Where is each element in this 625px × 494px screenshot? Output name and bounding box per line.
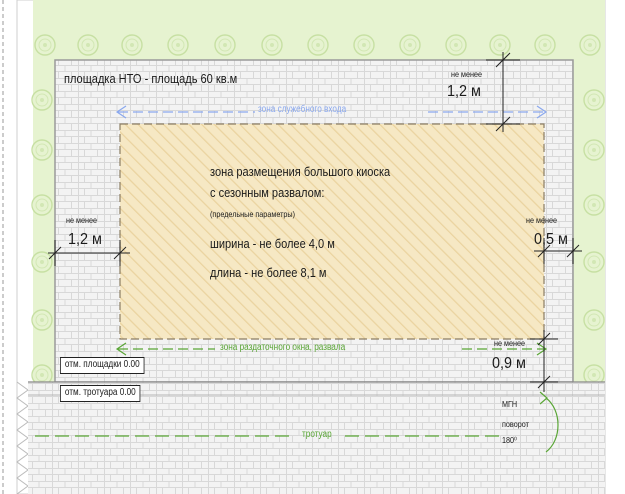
mgn-angle-label: 180⁰ [502,435,517,445]
kiosk-width-limit: ширина - не более 4,0 м [210,236,335,251]
serving-window-label: зона раздаточного окна, развала [220,342,346,353]
site-area-label: площадка НТО - площадь 60 кв.м [64,71,238,86]
dim-right-value: 0,5 м [534,231,568,248]
kiosk-length-limit: длина - не более 8,1 м [210,265,327,280]
dim-left-prefix: не менее [66,215,98,225]
service-entrance-label: зона служебного входа [258,104,347,115]
dim-left-value: 1,2 м [68,231,102,248]
dim-bottom-value: 0,9 м [492,355,526,372]
kiosk-zone [119,123,545,340]
sidewalk-label: тротуар [302,429,332,440]
kiosk-title-line1: зона размещения большого киоска [210,164,391,179]
mgn-label: МГН [502,399,518,409]
site-plan: площадка НТО - площадь 60 кв.м не менее … [0,0,625,494]
dim-bottom-prefix: не менее [494,338,526,348]
dim-right-prefix: не менее [526,215,558,225]
mgn-turn-label: поворот [502,419,529,429]
sidewalk-elevation-label: отм. тротуара 0.00 [60,385,141,402]
kiosk-subtitle: (предельные параметры) [210,209,296,219]
site-elevation-label: отм. площадки 0.00 [60,357,145,374]
dim-top-value: 1,2 м [447,83,481,100]
dim-top-prefix: не менее [451,69,483,79]
kiosk-title-line2: с сезонным развалом: [210,185,325,200]
